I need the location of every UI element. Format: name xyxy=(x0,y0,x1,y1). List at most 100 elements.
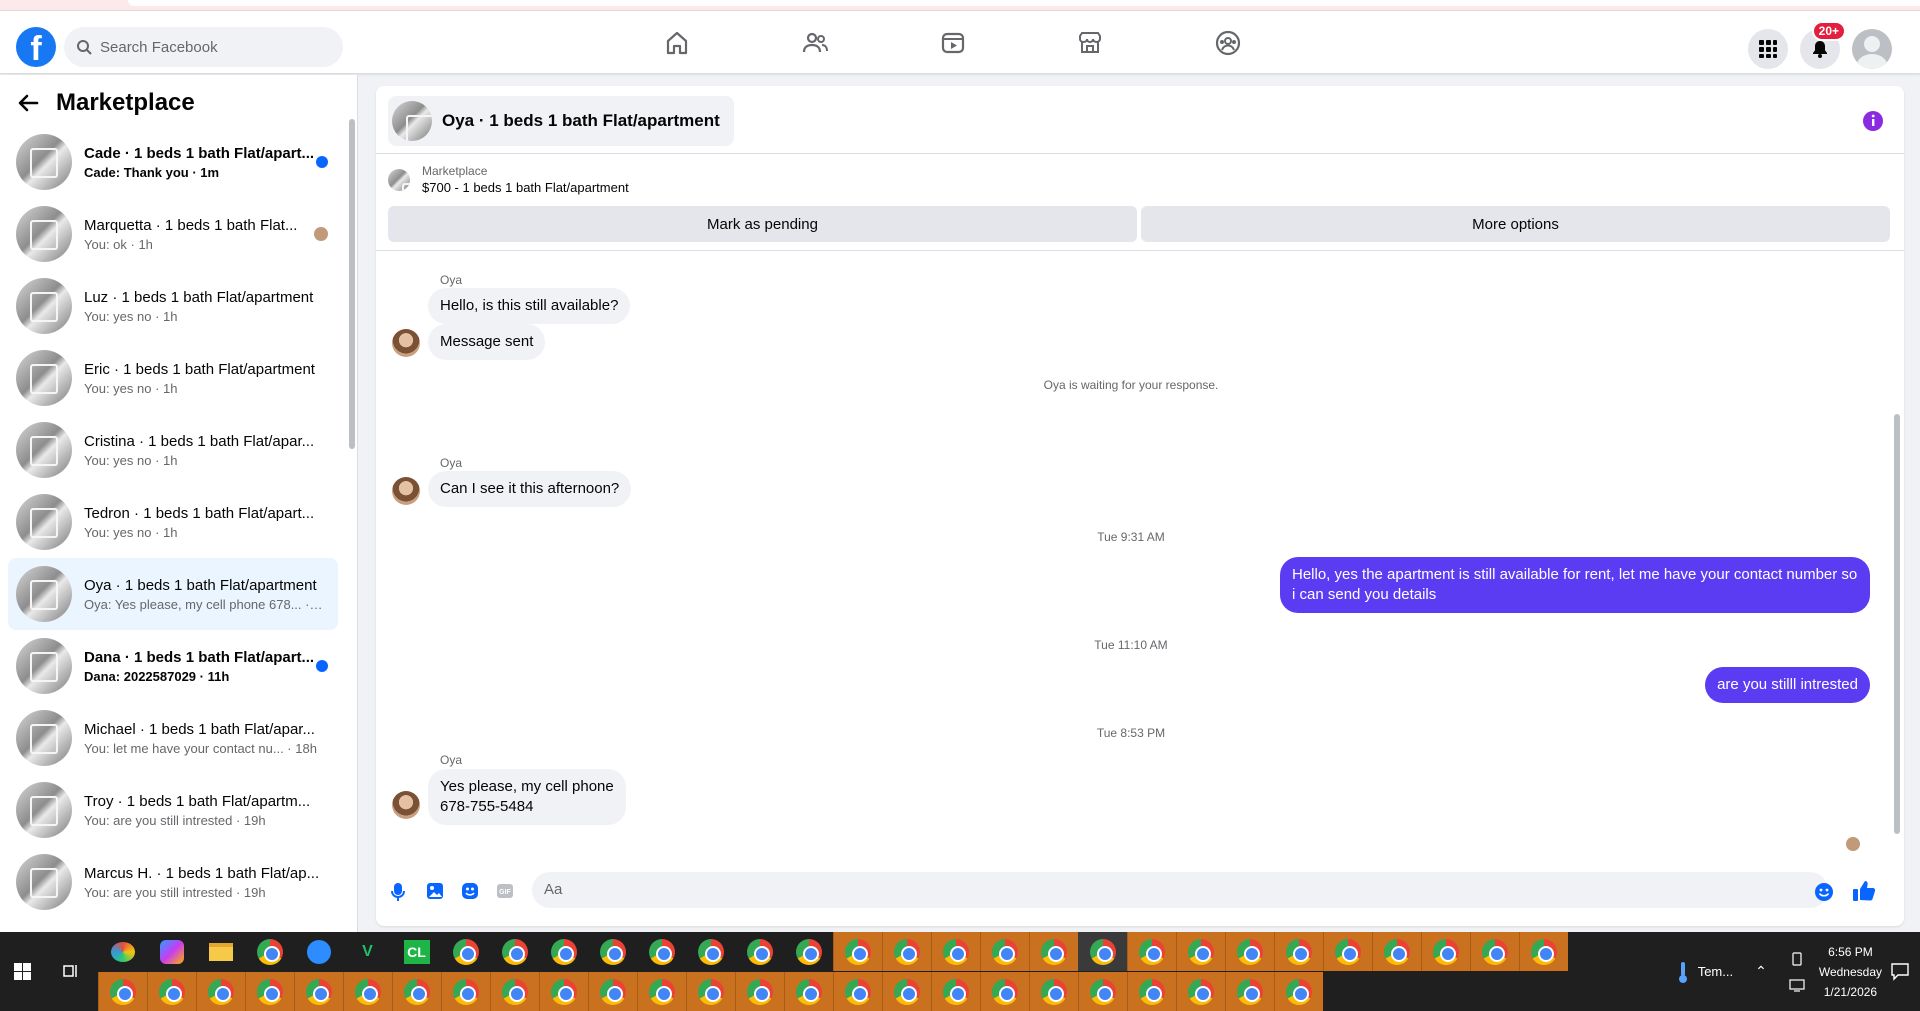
listing-info[interactable]: Marketplace $700 - 1 beds 1 bath Flat/ap… xyxy=(388,164,629,195)
chrome-profile-icon[interactable] xyxy=(539,932,588,971)
chrome-profile-icon[interactable] xyxy=(1421,932,1470,971)
cl-app-icon[interactable]: CL xyxy=(392,932,441,971)
watch-video-icon[interactable] xyxy=(939,29,967,57)
thermometer-icon[interactable] xyxy=(1676,960,1690,984)
chrome-profile-icon[interactable] xyxy=(343,972,392,1011)
chrome-profile-icon[interactable] xyxy=(245,972,294,1011)
clock[interactable]: 6:56 PM Wednesday 1/21/2026 xyxy=(1819,942,1882,1002)
chrome-profile-icon[interactable] xyxy=(1078,972,1127,1011)
conversation-item[interactable]: Eric · 1 beds 1 bath Flat/apartment You: … xyxy=(8,342,338,414)
chat-scrollbar[interactable] xyxy=(1892,254,1902,862)
chevron-up-icon[interactable]: ⌃ xyxy=(1755,963,1767,980)
chrome-profile-icon[interactable] xyxy=(637,972,686,1011)
chrome-profile-icon[interactable] xyxy=(1274,932,1323,971)
chrome-profile-icon[interactable] xyxy=(1029,972,1078,1011)
sender-avatar[interactable] xyxy=(392,791,420,819)
chrome-profile-icon[interactable] xyxy=(1176,972,1225,1011)
chrome-profile-icon[interactable] xyxy=(196,972,245,1011)
photo-icon[interactable] xyxy=(426,882,444,900)
battery-icon[interactable] xyxy=(1790,951,1804,966)
windows-start-icon[interactable] xyxy=(14,963,31,980)
outgoing-message[interactable]: Hello, yes the apartment is still availa… xyxy=(1280,557,1870,613)
info-icon[interactable] xyxy=(1862,110,1884,132)
chrome-profile-icon[interactable] xyxy=(490,932,539,971)
conversation-item[interactable]: Cade · 1 beds 1 bath Flat/apart... Cade: … xyxy=(8,126,338,198)
chrome-profile-icon[interactable] xyxy=(490,972,539,1011)
weather-label[interactable]: Tem... xyxy=(1698,964,1733,979)
home-icon[interactable] xyxy=(663,29,691,57)
conversation-item[interactable]: Tedron · 1 beds 1 bath Flat/apart... You:… xyxy=(8,486,338,558)
microphone-icon[interactable] xyxy=(390,882,406,902)
chrome-profile-icon[interactable] xyxy=(588,932,637,971)
conversation-item[interactable]: Dana · 1 beds 1 bath Flat/apart... Dana: … xyxy=(8,630,338,702)
conversation-item-active[interactable]: Oya · 1 beds 1 bath Flat/apartment Oya: Y… xyxy=(8,558,338,630)
chrome-profile-icon[interactable] xyxy=(1470,932,1519,971)
back-arrow-icon[interactable] xyxy=(16,91,40,115)
chrome-profile-icon[interactable] xyxy=(1029,932,1078,971)
chrome-app-icon[interactable] xyxy=(245,932,294,971)
menu-grid-button[interactable] xyxy=(1748,29,1788,69)
incoming-message[interactable]: Can I see it this afternoon? xyxy=(428,471,632,507)
chrome-profile-icon[interactable] xyxy=(882,972,931,1011)
chrome-profile-icon[interactable] xyxy=(1225,972,1274,1011)
incoming-message[interactable]: Message sent xyxy=(428,324,546,360)
conversation-item[interactable]: Luz · 1 beds 1 bath Flat/apartment You: y… xyxy=(8,270,338,342)
sender-avatar[interactable] xyxy=(392,329,420,357)
chrome-profile-icon[interactable] xyxy=(1127,972,1176,1011)
conversation-item[interactable]: Troy · 1 beds 1 bath Flat/apartm... You: … xyxy=(8,774,338,846)
chrome-profile-icon[interactable] xyxy=(980,972,1029,1011)
sidebar-scrollbar[interactable] xyxy=(348,105,355,925)
chrome-profile-icon[interactable] xyxy=(931,972,980,1011)
copilot-app-icon[interactable] xyxy=(147,932,196,971)
chrome-profile-icon-active[interactable] xyxy=(1078,932,1127,971)
chrome-profile-icon[interactable] xyxy=(98,972,147,1011)
sender-avatar[interactable] xyxy=(392,477,420,505)
chrome-profile-icon[interactable] xyxy=(294,972,343,1011)
mark-as-pending-button[interactable]: Mark as pending xyxy=(388,206,1137,242)
thumbs-up-icon[interactable] xyxy=(1852,880,1876,902)
chrome-profile-icon[interactable] xyxy=(833,972,882,1011)
more-options-button[interactable]: More options xyxy=(1141,206,1890,242)
outgoing-message[interactable]: are you stilll intrested xyxy=(1705,667,1870,703)
chrome-profile-icon[interactable] xyxy=(1274,972,1323,1011)
conversation-item[interactable]: Michael · 1 beds 1 bath Flat/apar... You:… xyxy=(8,702,338,774)
chrome-profile-icon[interactable] xyxy=(637,932,686,971)
chrome-profile-icon[interactable] xyxy=(735,972,784,1011)
chrome-profile-icon[interactable] xyxy=(980,932,1029,971)
incoming-message[interactable]: Yes please, my cell phone 678-755-5484 xyxy=(428,769,626,825)
vectr-app-icon[interactable]: V xyxy=(343,932,392,971)
friends-icon[interactable] xyxy=(801,29,829,57)
chrome-profile-icon[interactable] xyxy=(1519,932,1568,971)
chrome-profile-icon[interactable] xyxy=(147,972,196,1011)
groups-icon[interactable] xyxy=(1214,29,1242,57)
chrome-profile-icon[interactable] xyxy=(833,932,882,971)
profile-avatar[interactable] xyxy=(1852,29,1892,69)
emoji-icon[interactable] xyxy=(1814,882,1834,902)
chrome-profile-icon[interactable] xyxy=(1323,932,1372,971)
chrome-profile-icon[interactable] xyxy=(1127,932,1176,971)
conversation-item[interactable]: Cristina · 1 beds 1 bath Flat/apar... You… xyxy=(8,414,338,486)
chat-title-button[interactable]: Oya · 1 beds 1 bath Flat/apartment xyxy=(388,96,734,146)
sticker-icon[interactable] xyxy=(461,882,479,900)
network-icon[interactable] xyxy=(1789,978,1805,992)
chrome-profile-icon[interactable] xyxy=(784,972,833,1011)
marketplace-icon[interactable] xyxy=(1076,29,1104,57)
chrome-profile-icon[interactable] xyxy=(735,932,784,971)
search-input[interactable]: Search Facebook xyxy=(64,27,343,67)
facebook-logo[interactable]: f xyxy=(16,27,56,67)
chrome-profile-icon[interactable] xyxy=(539,972,588,1011)
conversation-item[interactable]: Marcus H. · 1 beds 1 bath Flat/ap... You:… xyxy=(8,846,338,918)
chrome-profile-icon[interactable] xyxy=(931,932,980,971)
chrome-profile-icon[interactable] xyxy=(1225,932,1274,971)
zoom-app-icon[interactable] xyxy=(294,932,343,971)
chrome-profile-icon[interactable] xyxy=(441,972,490,1011)
chrome-profile-icon[interactable] xyxy=(686,932,735,971)
scrollbar-thumb[interactable] xyxy=(349,119,355,449)
scrollbar-thumb[interactable] xyxy=(1894,414,1900,834)
incoming-message[interactable]: Hello, is this still available? xyxy=(428,288,631,324)
paint-app-icon[interactable] xyxy=(98,932,147,971)
file-explorer-icon[interactable] xyxy=(196,932,245,971)
notification-center-icon[interactable] xyxy=(1890,961,1910,981)
chrome-profile-icon[interactable] xyxy=(784,932,833,971)
chrome-profile-icon[interactable] xyxy=(441,932,490,971)
